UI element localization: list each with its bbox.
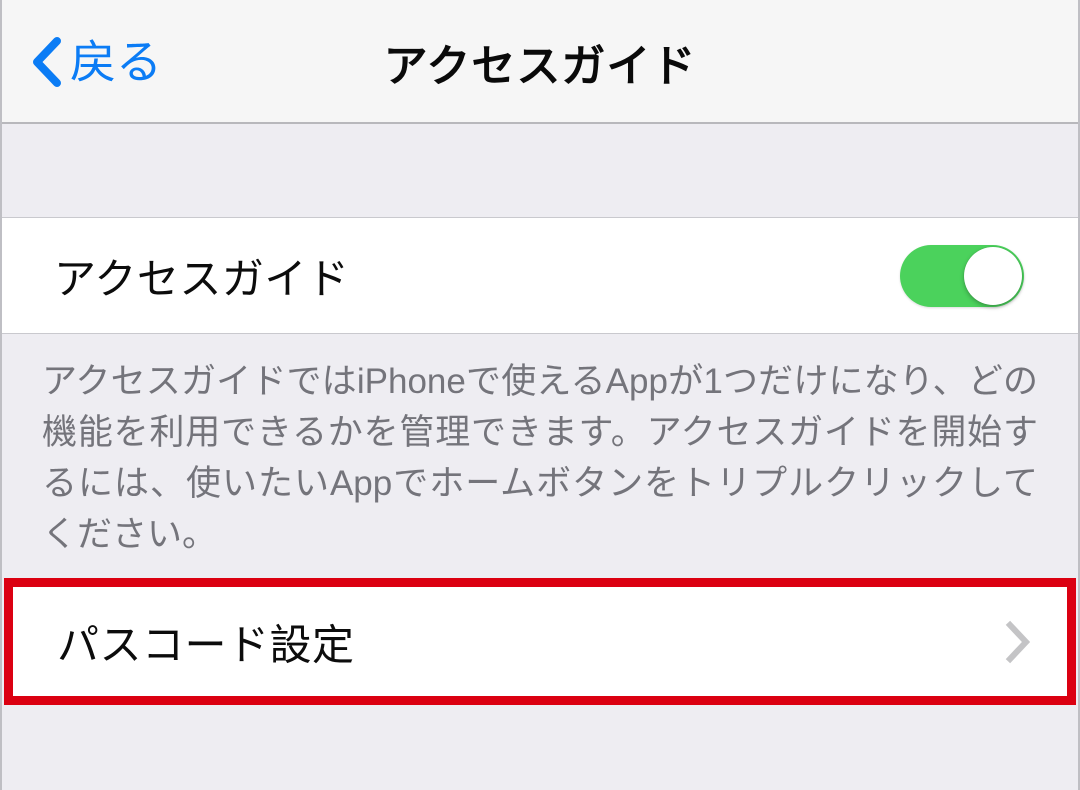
- passcode-row-highlight: パスコード設定: [4, 578, 1076, 705]
- passcode-settings-label: パスコード設定: [57, 621, 355, 668]
- passcode-settings-row[interactable]: パスコード設定: [13, 587, 1067, 696]
- chevron-right-icon: [1005, 620, 1031, 663]
- guided-access-label: アクセスガイド: [54, 255, 350, 302]
- toggle-knob: [964, 246, 1022, 305]
- iphone-settings-screen: 戻る アクセスガイド アクセスガイド アクセスガイドではiPhoneで使えるAp…: [0, 0, 1080, 790]
- page-title: アクセスガイド: [383, 42, 697, 91]
- section-gap-top: [2, 124, 1078, 218]
- guided-access-toggle[interactable]: [900, 244, 1024, 307]
- navigation-bar: 戻る アクセスガイド: [2, 0, 1078, 124]
- bottom-background: [2, 705, 1078, 790]
- guided-access-description: アクセスガイドではiPhoneで使えるAppが1つだけになり、どの機能を利用でき…: [2, 334, 1078, 578]
- guided-access-row[interactable]: アクセスガイド: [2, 218, 1078, 334]
